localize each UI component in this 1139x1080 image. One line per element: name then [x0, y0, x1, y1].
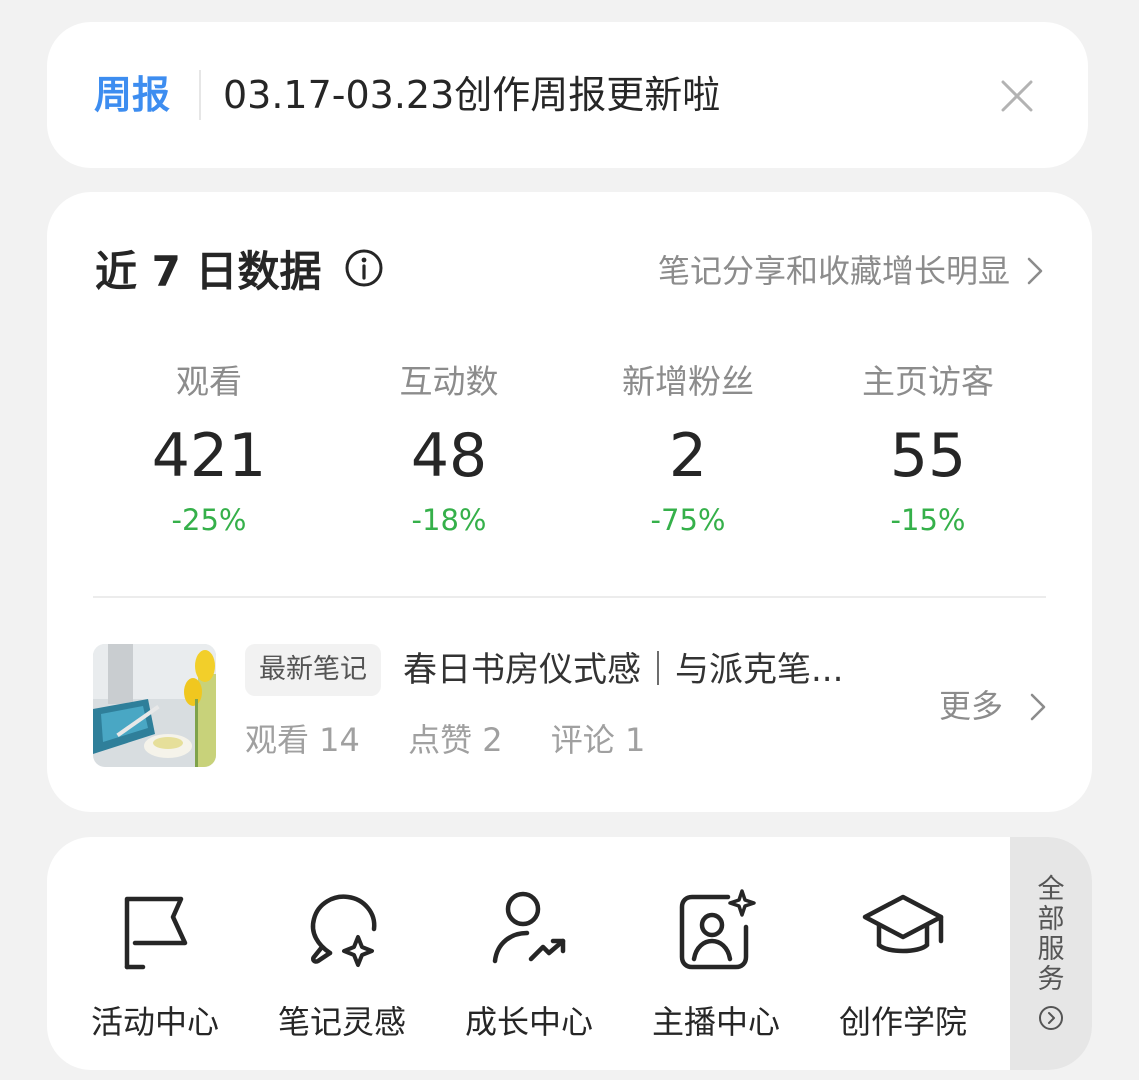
graduation-cap-icon — [862, 894, 944, 954]
stat-new-followers[interactable]: 新增粉丝 2 -75% — [568, 360, 808, 540]
report-separator — [199, 70, 201, 120]
note-views: 观看 14 — [245, 721, 360, 759]
stat-value: 55 — [889, 421, 967, 491]
stat-label: 主页访客 — [862, 362, 994, 401]
stat-profile-visitors[interactable]: 主页访客 55 -15% — [808, 360, 1048, 540]
stat-label: 新增粉丝 — [622, 362, 754, 401]
all-services-label: 全部服务 — [1037, 874, 1065, 995]
stat-views[interactable]: 观看 421 -25% — [89, 360, 329, 540]
latest-note-metrics: 观看 14 点赞 2 评论 1 — [245, 716, 683, 764]
data-hint-link[interactable]: 笔记分享和收藏增长明显 — [658, 246, 1010, 296]
latest-note-title[interactable]: 春日书房仪式感｜与派克笔... — [403, 644, 863, 696]
stat-label: 观看 — [176, 362, 242, 401]
chevron-circle-right-icon — [1039, 1006, 1063, 1030]
stat-delta: -75% — [650, 503, 726, 537]
service-label: 成长中心 — [464, 1003, 593, 1041]
lightbulb-sparkle-icon — [310, 894, 377, 967]
more-notes-link[interactable]: 更多 — [939, 682, 1003, 730]
stats-row: 观看 421 -25% 互动数 48 -18% 新增粉丝 2 -75% 主页访客… — [47, 360, 1092, 550]
chevron-right-icon[interactable] — [1024, 254, 1046, 288]
report-text[interactable]: 03.17-03.23创作周报更新啦 — [223, 70, 720, 120]
stat-delta: -18% — [411, 503, 487, 537]
service-note-inspiration[interactable]: 笔记灵感 — [262, 887, 422, 1043]
chevron-right-icon[interactable] — [1027, 690, 1049, 724]
stat-value: 421 — [151, 421, 267, 491]
flag-icon — [124, 896, 188, 970]
service-growth-center[interactable]: 成长中心 — [449, 887, 609, 1043]
stat-interactions[interactable]: 互动数 48 -18% — [329, 360, 569, 540]
info-icon[interactable] — [344, 248, 384, 288]
service-label: 笔记灵感 — [277, 1003, 406, 1041]
data-card-title: 近 7 日数据 — [95, 247, 322, 296]
note-comments: 评论 1 — [550, 721, 646, 759]
anchor-portrait-icon — [679, 889, 756, 970]
service-label: 创作学院 — [838, 1003, 967, 1041]
service-label: 主播中心 — [651, 1003, 780, 1041]
stat-label: 互动数 — [399, 362, 499, 401]
report-tag: 周报 — [94, 73, 171, 117]
note-likes: 点赞 2 — [408, 721, 503, 759]
services-card: 活动中心 笔记灵感 成长中心 主播中心 创作学院 全部服务 — [47, 837, 1092, 1070]
note-thumbnail[interactable] — [93, 644, 216, 767]
service-creator-academy[interactable]: 创作学院 — [823, 887, 983, 1043]
divider — [93, 596, 1046, 598]
user-growth-icon — [492, 891, 566, 964]
latest-note-tag: 最新笔记 — [245, 644, 381, 696]
stat-delta: -25% — [171, 503, 247, 537]
seven-day-data-card: 近 7 日数据 笔记分享和收藏增长明显 观看 421 -25% 互动数 48 -… — [47, 192, 1092, 812]
weekly-report-banner[interactable]: 周报 03.17-03.23创作周报更新啦 — [47, 22, 1088, 168]
stat-delta: -15% — [890, 503, 966, 537]
stat-value: 2 — [668, 421, 708, 491]
all-services-button[interactable]: 全部服务 — [1010, 837, 1092, 1070]
close-icon[interactable] — [995, 74, 1039, 118]
service-anchor-center[interactable]: 主播中心 — [636, 887, 796, 1043]
stat-value: 48 — [410, 421, 488, 491]
service-label: 活动中心 — [90, 1003, 219, 1041]
service-activity-center[interactable]: 活动中心 — [75, 887, 235, 1043]
